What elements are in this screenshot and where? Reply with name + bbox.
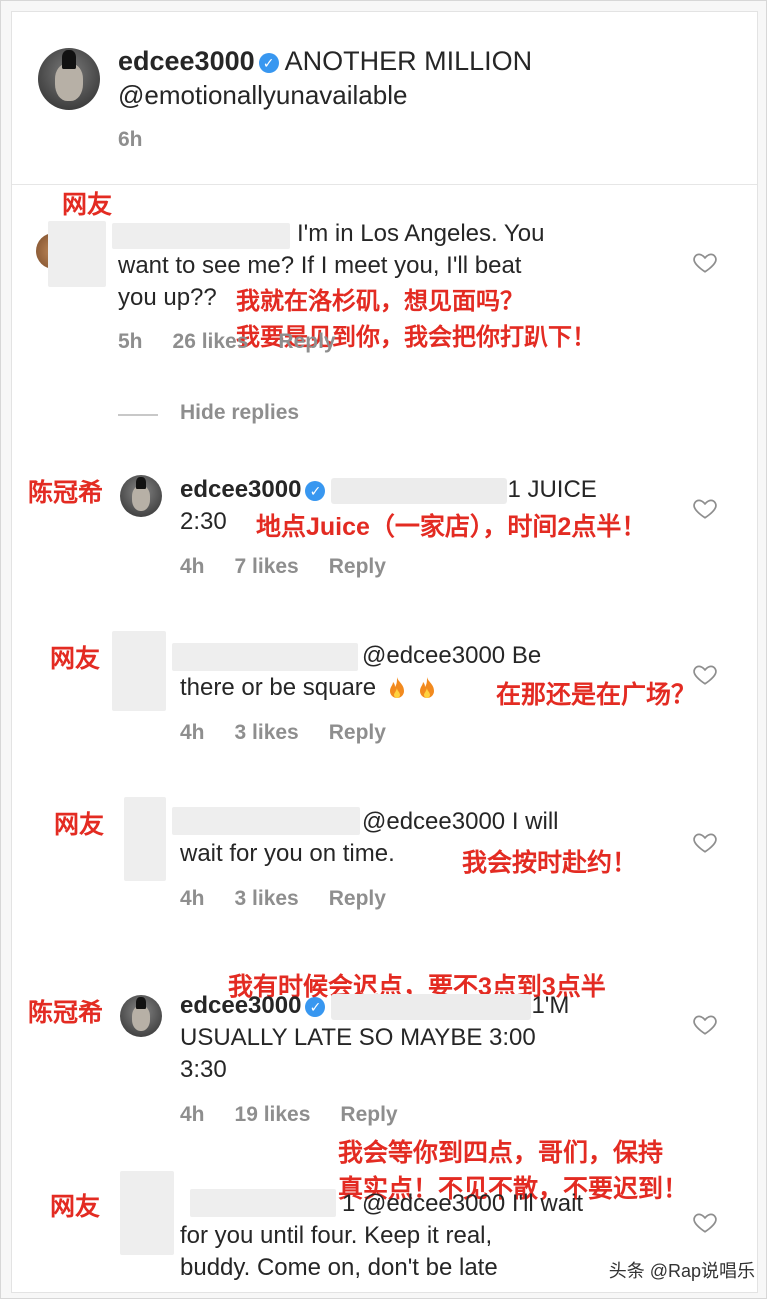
comment-text: 1'M (531, 992, 570, 1019)
post-caption: ANOTHER MILLION (284, 46, 533, 76)
avatar-face (131, 485, 151, 512)
post-caption-line: edcee3000 ✓ ANOTHER MILLION (118, 46, 532, 77)
comment-meta: 4h 3 likes Reply (180, 887, 416, 911)
annotation-label: 陈冠希 (28, 999, 104, 1027)
source-watermark: 头条 @Rap说唱乐 (608, 1261, 755, 1281)
blurred-mention (331, 993, 532, 1020)
reply-button[interactable]: Reply (329, 887, 386, 910)
reply-button[interactable]: Reply (329, 721, 386, 744)
comment-text: I'm in Los Angeles. You (297, 220, 545, 247)
comment-meta: 4h 19 likes Reply (180, 1103, 428, 1127)
blurred-username (172, 807, 360, 835)
avatar-face (55, 64, 83, 102)
blurred-avatar (124, 797, 166, 881)
translation-annotation: 地点Juice（一家店），时间2点半！ (256, 513, 647, 541)
comment-time: 5h (118, 330, 143, 353)
comment-time: 4h (180, 887, 205, 910)
blurred-avatar (48, 221, 106, 287)
fire-emoji-icon (420, 676, 435, 698)
comment-text: USUALLY LATE SO MAYBE 3:00 (180, 1024, 536, 1051)
comment-text: want to see me? If I meet you, I'll beat (118, 252, 522, 279)
like-heart-icon[interactable] (692, 661, 718, 687)
blurred-username (112, 223, 290, 249)
comment-mention[interactable]: @edcee3000 Be (362, 639, 541, 672)
comment-time: 4h (180, 721, 205, 744)
comment-text: 1 JUICE (507, 476, 597, 503)
reply-button[interactable]: Reply (329, 555, 386, 578)
edcee3000-avatar[interactable] (120, 475, 162, 517)
comment-meta: 4h 3 likes Reply (180, 721, 416, 745)
reply-username[interactable]: edcee3000 (180, 476, 301, 503)
like-heart-icon[interactable] (692, 1209, 718, 1235)
comment-mention[interactable]: 1 @edcee3000 I'll wait (342, 1187, 583, 1220)
verified-badge-icon: ✓ (258, 52, 279, 73)
blurred-username (172, 643, 358, 671)
comment-meta: 4h 7 likes Reply (180, 555, 416, 579)
hide-replies-button[interactable]: Hide replies (180, 401, 299, 425)
avatar-face (131, 1005, 151, 1032)
post-header: edcee3000 ✓ ANOTHER MILLION @emotionallyun… (12, 12, 757, 184)
reply-button[interactable]: Reply (340, 1103, 397, 1126)
hide-replies-line (118, 414, 158, 416)
post-username[interactable]: edcee3000 (118, 46, 255, 76)
comment-text: for you until four. Keep it real, (180, 1222, 493, 1249)
translation-annotation: 我会等你到四点，哥们，保持 (338, 1139, 664, 1167)
blurred-mention (331, 477, 508, 504)
reply-text-line: edcee3000 ✓ 1'M (180, 989, 569, 1022)
comments-list: 网友 I'm in Los Angeles. You want to see m… (12, 184, 757, 1292)
comment-text: wait for you on time. (180, 840, 395, 867)
like-heart-icon[interactable] (692, 829, 718, 855)
edcee3000-avatar[interactable] (120, 995, 162, 1037)
blurred-avatar (120, 1171, 174, 1255)
comment-meta: 5h 26 likes Reply (118, 330, 366, 354)
translation-annotation: 我会按时赴约！ (462, 849, 638, 877)
screenshot-frame: edcee3000 ✓ ANOTHER MILLION @emotionallyun… (0, 0, 767, 1299)
comment-text: there or be square (180, 674, 377, 701)
verified-badge-icon: ✓ (305, 480, 326, 501)
like-heart-icon[interactable] (692, 1011, 718, 1037)
annotation-label: 网友 (50, 1193, 101, 1221)
avatar-hair (61, 50, 77, 70)
fire-emoji-icon (389, 676, 404, 698)
like-heart-icon[interactable] (692, 495, 718, 521)
translation-annotation: 我就在洛杉矶，想见面吗？ (236, 288, 524, 315)
likes-count[interactable]: 26 likes (173, 330, 249, 353)
translation-annotation: 在那还是在广场？ (496, 681, 697, 709)
reply-username[interactable]: edcee3000 (180, 992, 301, 1019)
likes-count[interactable]: 7 likes (235, 555, 299, 578)
instagram-comments-panel: edcee3000 ✓ ANOTHER MILLION @emotionallyun… (11, 11, 758, 1293)
likes-count[interactable]: 3 likes (235, 887, 299, 910)
annotation-label: 陈冠希 (28, 479, 104, 507)
post-mention[interactable]: @emotionallyunavailable (118, 80, 407, 111)
comment-time: 4h (180, 555, 205, 578)
comment-text: 3:30 (180, 1056, 227, 1083)
like-heart-icon[interactable] (692, 249, 718, 275)
likes-count[interactable]: 3 likes (235, 721, 299, 744)
avatar-hair (135, 476, 147, 490)
annotation-label: 网友 (62, 191, 113, 219)
comment-text: 2:30 (180, 508, 227, 535)
likes-count[interactable]: 19 likes (235, 1103, 311, 1126)
comment-mention[interactable]: @edcee3000 I will (362, 805, 558, 838)
post-time: 6h (118, 128, 143, 151)
blurred-username (190, 1189, 336, 1217)
comment-text-line: there or be square (180, 671, 437, 704)
avatar-hair (135, 996, 147, 1010)
annotation-label: 网友 (50, 645, 101, 673)
comment-time: 4h (180, 1103, 205, 1126)
verified-badge-icon: ✓ (305, 996, 326, 1017)
reply-text-line: edcee3000 ✓ 1 JUICE (180, 473, 597, 506)
comment-text: you up?? (118, 284, 217, 311)
reply-button[interactable]: Reply (278, 330, 335, 353)
annotation-label: 网友 (54, 811, 105, 839)
post-author-avatar[interactable] (38, 48, 100, 110)
blurred-avatar (112, 631, 166, 711)
comment-text: buddy. Come on, don't be late (180, 1254, 498, 1281)
